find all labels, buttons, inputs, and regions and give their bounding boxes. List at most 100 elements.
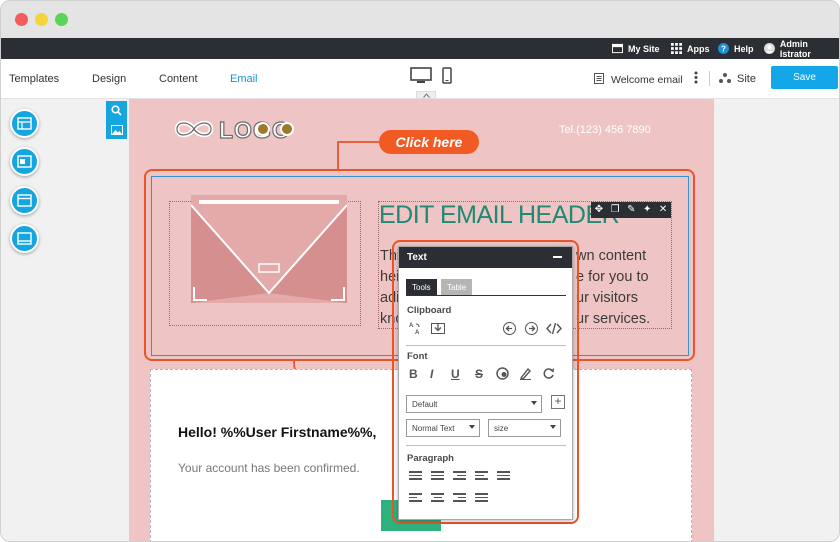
footer-blocks-button[interactable]: [10, 224, 39, 253]
footer-icon: [17, 232, 32, 245]
confirmation-text[interactable]: Your account has been confirmed.: [178, 461, 360, 475]
add-font-button[interactable]: +: [551, 395, 565, 409]
paragraph-heading: Paragraph: [407, 453, 454, 464]
pin-icon[interactable]: ✦: [643, 205, 651, 215]
apps-link[interactable]: Apps: [671, 38, 710, 59]
browser-icon: [612, 43, 623, 54]
font-family-value: Default: [412, 399, 438, 409]
underline-icon[interactable]: U: [451, 367, 460, 381]
help-link[interactable]: ? Help: [718, 38, 754, 59]
tab-design[interactable]: Design: [92, 73, 126, 85]
paste-text-icon[interactable]: AA: [409, 321, 423, 335]
chevron-down-icon: [531, 401, 537, 405]
copy-icon[interactable]: ❐: [611, 205, 620, 215]
envelope-icon: [191, 195, 347, 303]
code-icon[interactable]: [546, 322, 562, 335]
envelope-image: [191, 195, 347, 303]
color-palette-icon[interactable]: [496, 367, 509, 380]
image-blocks-button[interactable]: [10, 147, 39, 176]
mobile-view-icon[interactable]: [442, 67, 452, 84]
clipboard-heading: Clipboard: [407, 305, 452, 316]
chevron-up-icon: [423, 93, 430, 98]
text-panel-title: Text: [407, 252, 427, 263]
bold-icon[interactable]: B: [409, 367, 418, 381]
window-chrome: [1, 1, 839, 38]
outdent-icon[interactable]: [453, 471, 466, 482]
page-selector[interactable]: Welcome email: [611, 74, 683, 86]
section-icon: [17, 194, 32, 207]
help-label: Help: [734, 43, 754, 54]
body-line-4-right: ur services.: [576, 311, 651, 327]
ordered-list-icon[interactable]: [409, 471, 422, 482]
close-icon[interactable]: ✕: [659, 205, 667, 215]
highlight-icon[interactable]: [519, 367, 532, 380]
align-right-icon[interactable]: [453, 493, 466, 504]
logo-infinity-icon: [174, 120, 214, 138]
sitemap-icon: [719, 73, 731, 83]
separator: [406, 445, 566, 446]
text-style-value: Normal Text: [412, 423, 455, 433]
site-selector[interactable]: Site: [737, 73, 756, 85]
greeting-text[interactable]: Hello! %%User Firstname%%,: [178, 424, 376, 440]
logo-dot-1: [256, 122, 270, 136]
strikethrough-icon[interactable]: S: [475, 367, 483, 381]
tab-templates[interactable]: Templates: [9, 73, 59, 85]
bullet-list-icon[interactable]: [431, 471, 444, 482]
font-family-select[interactable]: Default: [406, 395, 542, 413]
clear-format-icon[interactable]: [542, 367, 555, 380]
email-header-title[interactable]: EDIT EMAIL HEADER: [379, 201, 620, 230]
save-button[interactable]: Save: [771, 66, 838, 89]
collapse-handle[interactable]: [416, 91, 436, 99]
font-size-value: size: [494, 423, 509, 433]
align-center-icon[interactable]: [431, 493, 444, 504]
zoom-tool-button[interactable]: [106, 101, 127, 120]
text-panel-header[interactable]: Text: [399, 247, 572, 268]
edit-icon[interactable]: ✎: [627, 205, 635, 215]
my-site-link[interactable]: My Site: [612, 38, 660, 59]
font-heading: Font: [407, 351, 428, 362]
phone-number: Tel.(123) 456 7890: [559, 124, 651, 136]
undo-icon[interactable]: [503, 322, 516, 335]
search-icon: [111, 105, 122, 116]
close-window-button[interactable]: [15, 13, 28, 26]
section-blocks-button[interactable]: [10, 186, 39, 215]
italic-icon[interactable]: I: [430, 367, 433, 381]
document-icon: [594, 73, 604, 84]
layout-blocks-button[interactable]: [10, 109, 39, 138]
minimize-window-button[interactable]: [35, 13, 48, 26]
align-justify-icon[interactable]: [475, 493, 488, 504]
text-tools-panel: Text Tools Table Clipboard AA Font B I U…: [398, 246, 573, 520]
menu-bar: Templates Design Content Email Welcome e…: [1, 59, 839, 99]
tab-tools[interactable]: Tools: [406, 279, 437, 295]
line-height-icon[interactable]: [497, 471, 510, 482]
move-icon[interactable]: ✥: [595, 205, 603, 215]
menu-divider: [709, 71, 710, 86]
svg-text:?: ?: [721, 44, 726, 53]
top-bar: My Site Apps ? Help Admin Istrator: [1, 38, 839, 59]
maximize-window-button[interactable]: [55, 13, 68, 26]
text-style-select[interactable]: Normal Text: [406, 419, 480, 437]
desktop-view-icon[interactable]: [410, 67, 432, 84]
apps-label: Apps: [687, 43, 710, 54]
minimize-icon[interactable]: [553, 256, 562, 258]
help-icon: ?: [718, 43, 729, 54]
grid-icon: [671, 43, 682, 54]
body-line-1-right: wn content: [576, 248, 647, 264]
paste-icon[interactable]: [431, 321, 445, 334]
picture-icon: [110, 124, 123, 135]
more-vertical-icon[interactable]: [694, 71, 698, 84]
app-window: My Site Apps ? Help Admin Istrator Templ…: [0, 0, 840, 542]
image-tool-button[interactable]: [106, 120, 127, 139]
tab-table[interactable]: Table: [441, 279, 473, 295]
font-size-select[interactable]: size: [488, 419, 561, 437]
tab-underline: [406, 295, 566, 296]
align-left-icon[interactable]: [409, 493, 422, 504]
user-menu[interactable]: Admin Istrator: [764, 38, 839, 59]
tab-email[interactable]: Email: [230, 73, 258, 85]
redo-icon[interactable]: [525, 322, 538, 335]
element-toolbar: ✥ ❐ ✎ ✦ ✕: [591, 202, 671, 218]
indent-icon[interactable]: [475, 471, 488, 482]
click-here-callout[interactable]: Click here: [379, 130, 479, 154]
tab-content[interactable]: Content: [159, 73, 198, 85]
image-icon: [17, 155, 32, 168]
